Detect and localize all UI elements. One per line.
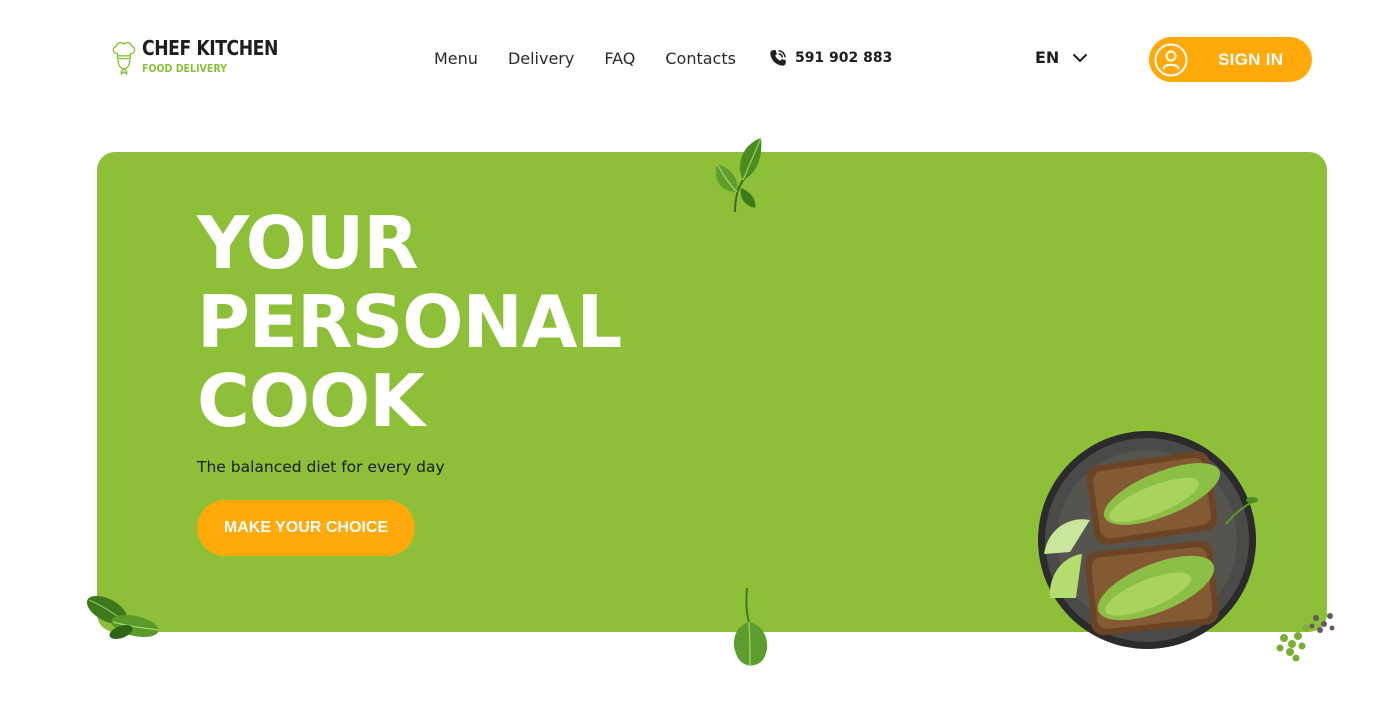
nav-link-delivery[interactable]: Delivery [508, 49, 574, 68]
language-code: EN [1035, 48, 1060, 67]
hero-headline: YOUR PERSONAL COOK [197, 201, 622, 443]
nav-link-menu[interactable]: Menu [434, 49, 478, 68]
hero-headline-line-3: COOK [197, 359, 425, 443]
user-icon [1154, 43, 1188, 76]
nav-link-faq[interactable]: FAQ [604, 49, 635, 68]
phone-number: 591 902 883 [794, 50, 893, 66]
make-your-choice-button[interactable]: MAKE YOUR CHOICE [197, 500, 415, 556]
phone-icon [770, 50, 786, 66]
basil-leaf-image [715, 137, 762, 213]
brand-name: CHEF KITCHEN [141, 36, 278, 60]
chef-hat-icon [112, 41, 136, 75]
nav-link-contacts[interactable]: Contacts [665, 49, 736, 68]
hero-headline-line-1: YOUR [197, 201, 419, 285]
spinach-leaf-image [733, 587, 768, 667]
brand-tagline: FOOD DELIVERY [141, 62, 227, 75]
avocado-toast-plate-image [1038, 431, 1258, 649]
hero-subtitle: The balanced diet for every day [197, 458, 445, 476]
brand-logo[interactable]: CHEF KITCHEN FOOD DELIVERY [110, 26, 300, 90]
hero-headline-line-2: PERSONAL [197, 280, 622, 364]
peas-image [1276, 613, 1335, 662]
sign-in-button[interactable]: SIGN IN [1149, 37, 1312, 82]
sign-in-label: SIGN IN [1218, 49, 1284, 69]
phone-link[interactable]: 591 902 883 [768, 48, 892, 68]
main-nav: Menu Delivery FAQ Contacts 591 902 883 [434, 46, 892, 70]
language-selector[interactable]: EN [1035, 48, 1089, 67]
chevron-down-icon [1073, 53, 1088, 62]
basil-leaf-image [86, 595, 160, 639]
